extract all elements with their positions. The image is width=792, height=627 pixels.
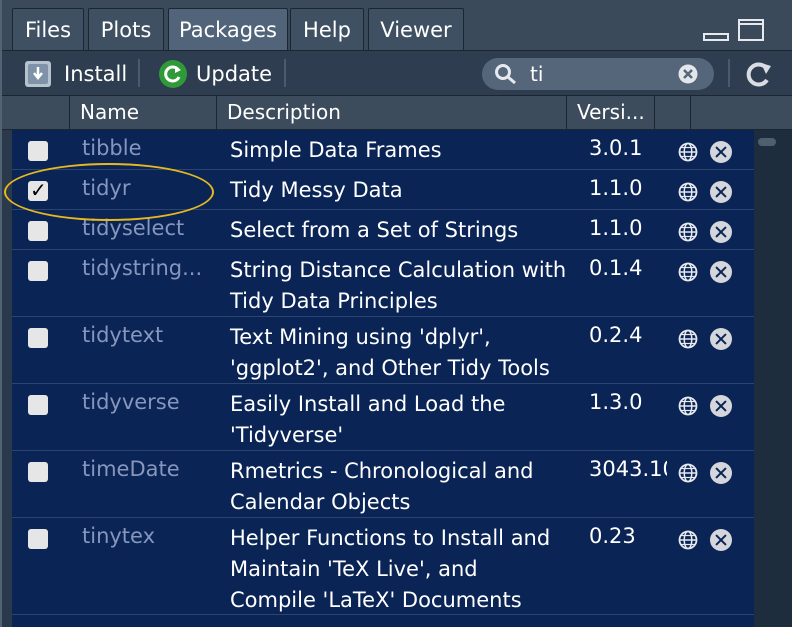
tab-plots[interactable]: Plots (88, 8, 164, 50)
install-label: Install (64, 62, 128, 86)
search-icon (495, 64, 516, 85)
column-header-description[interactable]: Description (217, 96, 567, 130)
search-input[interactable] (530, 61, 670, 87)
install-button[interactable]: Install (24, 51, 127, 97)
package-name-link[interactable]: tinytex (82, 524, 155, 548)
globe-icon[interactable] (678, 182, 698, 202)
install-icon (25, 61, 51, 87)
package-description: String Distance Calculation with Tidy Da… (230, 258, 567, 313)
update-button[interactable]: Update (158, 51, 272, 97)
package-load-checkbox[interactable] (28, 395, 48, 415)
package-name-link[interactable]: timeDate (82, 457, 180, 481)
package-version: 1.1.0 (589, 216, 643, 240)
globe-icon[interactable] (678, 262, 698, 282)
package-description: Select from a Set of Strings (230, 218, 519, 242)
toolbar-separator (284, 59, 286, 87)
package-load-checkbox[interactable] (28, 261, 48, 281)
package-name-link[interactable]: tidystring... (82, 256, 202, 280)
package-name-link[interactable]: tidyverse (82, 390, 180, 414)
package-description: Tidy Messy Data (230, 178, 403, 202)
update-label: Update (196, 62, 273, 86)
table-row[interactable]: tidyverse Easily Install and Load the 'Ti… (12, 384, 754, 451)
table-row[interactable]: timeDate Rmetrics - Chronological and Cal… (12, 451, 754, 518)
table-row[interactable]: tinytex Helper Functions to Install and M… (12, 518, 754, 615)
scrollbar-thumb[interactable] (758, 138, 776, 146)
maximize-icon[interactable] (737, 18, 767, 44)
column-header-web (655, 96, 691, 130)
package-load-checkbox[interactable] (28, 141, 48, 161)
remove-package-icon[interactable] (710, 261, 732, 283)
package-load-checkbox[interactable] (28, 328, 48, 348)
package-description: Easily Install and Load the 'Tidyverse' (230, 392, 506, 447)
clear-search-icon[interactable] (678, 64, 698, 84)
package-version: 0.2.4 (589, 323, 643, 347)
package-description: Simple Data Frames (230, 138, 442, 162)
remove-package-icon[interactable] (710, 221, 732, 243)
package-version: 3.0.1 (589, 136, 643, 160)
remove-package-icon[interactable] (710, 529, 732, 551)
toolbar-separator (138, 59, 140, 87)
globe-icon[interactable] (678, 463, 698, 483)
refresh-icon[interactable] (744, 59, 774, 89)
globe-icon[interactable] (678, 530, 698, 550)
table-row[interactable]: tidytext Text Mining using 'dplyr', 'ggpl… (12, 317, 754, 384)
tab-packages[interactable]: Packages (168, 8, 288, 50)
remove-package-icon[interactable] (710, 395, 732, 417)
scrollbar[interactable] (754, 130, 792, 627)
remove-package-icon[interactable] (710, 141, 732, 163)
package-description: Rmetrics - Chronological and Calendar Ob… (230, 459, 534, 514)
tab-files[interactable]: Files (12, 8, 84, 50)
toolbar-separator (728, 59, 730, 87)
table-row[interactable]: tidystring... String Distance Calculation… (12, 250, 754, 317)
column-header-checkbox (2, 96, 70, 130)
column-header-delete (691, 96, 792, 130)
remove-package-icon[interactable] (710, 462, 732, 484)
globe-icon[interactable] (678, 142, 698, 162)
package-load-checkbox[interactable] (28, 529, 48, 549)
remove-package-icon[interactable] (710, 181, 732, 203)
table-header: Name Description Versi... (2, 96, 792, 130)
package-load-checkbox[interactable] (28, 462, 48, 482)
tab-help[interactable]: Help (290, 8, 364, 50)
package-name-link[interactable]: tidytext (82, 323, 163, 347)
minimize-icon[interactable] (702, 18, 732, 44)
package-version: 0.23 (589, 524, 636, 548)
package-version: 3043.10 (589, 457, 667, 481)
packages-pane: Files Plots Packages Help Viewer Install (0, 0, 792, 627)
package-version: 1.3.0 (589, 390, 643, 414)
packages-toolbar: Install Update (2, 50, 792, 96)
package-version: 1.1.0 (589, 176, 643, 200)
globe-icon[interactable] (678, 329, 698, 349)
column-header-name[interactable]: Name (70, 96, 217, 130)
column-header-version[interactable]: Versi... (567, 96, 655, 130)
remove-package-icon[interactable] (710, 328, 732, 350)
package-search[interactable] (482, 58, 714, 90)
globe-icon[interactable] (678, 396, 698, 416)
tab-viewer[interactable]: Viewer (368, 8, 464, 50)
package-version: 0.1.4 (589, 256, 643, 280)
package-description: Helper Functions to Install and Maintain… (230, 526, 551, 612)
tab-bar: Files Plots Packages Help Viewer (2, 0, 792, 50)
globe-icon[interactable] (678, 222, 698, 242)
package-description: Text Mining using 'dplyr', 'ggplot2', an… (230, 325, 550, 380)
tidyr-highlight-ellipse (4, 163, 214, 221)
refresh-green-icon (159, 60, 187, 88)
package-load-checkbox[interactable] (28, 221, 48, 241)
package-name-link[interactable]: tibble (82, 136, 141, 160)
